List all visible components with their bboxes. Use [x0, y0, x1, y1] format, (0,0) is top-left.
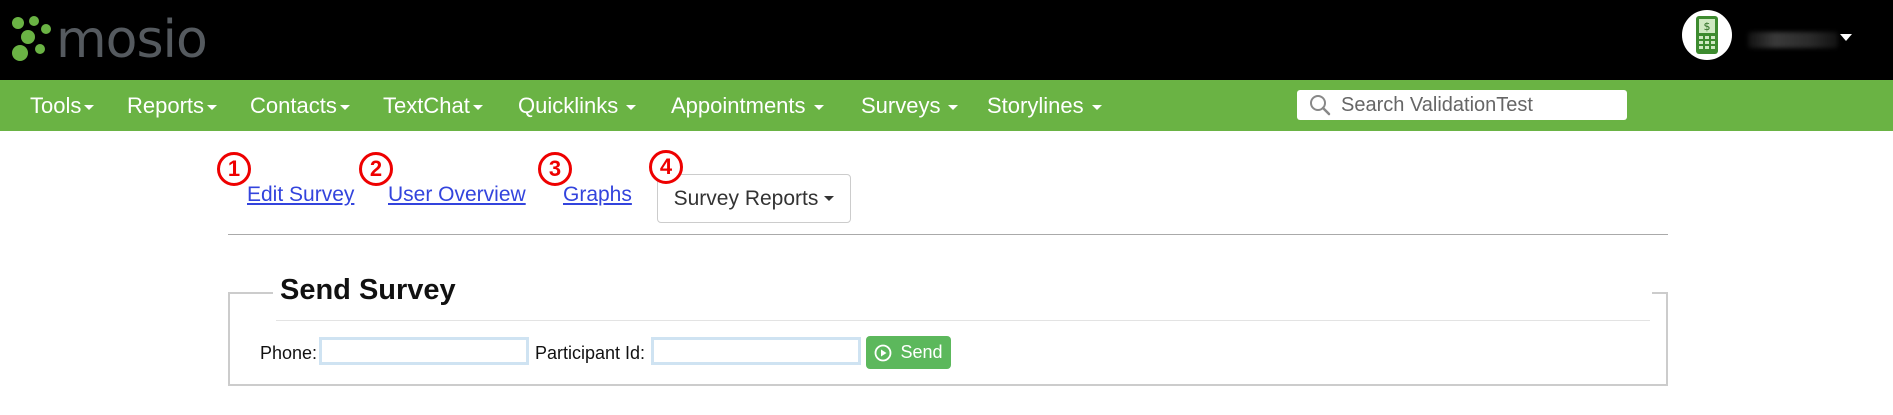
logo-wordmark: mosio: [56, 10, 208, 70]
annotation-marker-4: 4: [649, 150, 683, 184]
survey-reports-label: Survey Reports: [673, 186, 819, 210]
caret-down-icon: [84, 104, 95, 110]
project-label: Project: ValidationTest: [1664, 170, 1881, 195]
nav-textchat[interactable]: TextChat: [383, 80, 483, 131]
nav-tools-label: Tools: [30, 93, 82, 118]
top-header: mosio $: [0, 0, 1893, 80]
svg-text:$: $: [1704, 20, 1711, 33]
send-button-label: Send: [900, 342, 943, 362]
nav-storylines[interactable]: Storylines: [987, 80, 1102, 131]
divider: [228, 234, 1668, 235]
phone-label: Phone:: [260, 343, 318, 363]
nav-textchat-label: TextChat: [383, 93, 470, 118]
nav-surveys-label: Surveys: [861, 93, 941, 118]
search-input[interactable]: [1339, 92, 1613, 118]
search-icon: [1310, 95, 1331, 116]
participant-id-input[interactable]: [651, 337, 861, 365]
nav-reports[interactable]: Reports: [127, 80, 218, 131]
fieldset-border-left: [228, 292, 273, 294]
nav-surveys[interactable]: Surveys: [861, 80, 959, 131]
caret-down-icon: [824, 196, 835, 201]
user-overview-link[interactable]: User Overview: [388, 183, 526, 207]
caret-down-icon: [1091, 104, 1102, 110]
nav-storylines-label: Storylines: [987, 93, 1084, 118]
caret-down-icon[interactable]: [1840, 34, 1852, 41]
nav-contacts[interactable]: Contacts: [250, 80, 350, 131]
play-circle-icon: [875, 344, 892, 361]
nav-quicklinks-label: Quicklinks: [518, 93, 619, 118]
fieldset-border-right: [1652, 292, 1668, 294]
survey-reports-dropdown[interactable]: Survey Reports: [657, 174, 851, 223]
search-box[interactable]: [1297, 90, 1627, 120]
edit-survey-link[interactable]: Edit Survey: [247, 183, 354, 207]
send-survey-title: Send Survey: [280, 274, 456, 306]
mosio-logo-icon: [12, 16, 51, 61]
nav-reports-label: Reports: [127, 93, 205, 118]
mosio-logo[interactable]: mosio: [10, 10, 208, 70]
caret-down-icon: [339, 104, 350, 110]
nav-quicklinks[interactable]: Quicklinks: [518, 80, 637, 131]
annotation-marker-2: 2: [359, 152, 393, 186]
participant-id-label: Participant Id:: [535, 343, 646, 363]
caret-down-icon: [813, 104, 824, 110]
annotation-marker-1: 1: [217, 152, 251, 186]
caret-down-icon: [472, 104, 483, 110]
phone-dollar-icon: $: [1696, 16, 1718, 54]
caret-down-icon: [948, 104, 959, 110]
graphs-link[interactable]: Graphs: [563, 183, 632, 207]
nav-contacts-label: Contacts: [250, 93, 337, 118]
username-redacted[interactable]: [1748, 32, 1838, 48]
caret-down-icon: [626, 104, 637, 110]
user-avatar[interactable]: $: [1682, 10, 1732, 60]
nav-appointments[interactable]: Appointments: [671, 80, 824, 131]
phone-input[interactable]: [319, 337, 529, 365]
caret-down-icon: [207, 104, 218, 110]
send-button[interactable]: Send: [866, 336, 951, 369]
annotation-marker-3: 3: [538, 152, 572, 186]
nav-appointments-label: Appointments: [671, 93, 806, 118]
legend-divider: [276, 320, 1650, 321]
nav-tools[interactable]: Tools: [30, 80, 95, 131]
